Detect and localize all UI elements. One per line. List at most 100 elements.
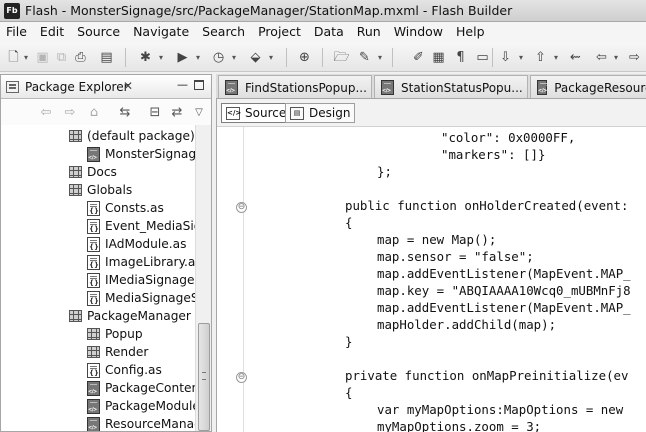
next-annotation-dropdown-icon[interactable]: ▾ bbox=[517, 49, 525, 66]
code-line: private function onMapPreinitialize(ev bbox=[345, 368, 629, 383]
menu-item-help[interactable]: Help bbox=[450, 22, 492, 42]
tree-item-label: PackageManager bbox=[87, 309, 191, 323]
tree-item[interactable]: Event_MediaSigr bbox=[87, 217, 195, 236]
tree-item[interactable]: PackageManager bbox=[69, 307, 191, 325]
menu-item-source[interactable]: Source bbox=[71, 22, 127, 42]
code-editor[interactable]: </> Source ▤ Design ⊖ ⊖ "color": 0x0000F… bbox=[216, 99, 646, 432]
forward-icon[interactable]: ⇨ bbox=[626, 49, 643, 66]
fold-collapse-icon[interactable]: ⊖ bbox=[236, 372, 247, 383]
mxml-file-icon bbox=[87, 146, 100, 165]
open-file-icon[interactable]: ▤ bbox=[98, 49, 115, 66]
tree-item[interactable]: ResourceManage bbox=[87, 415, 195, 431]
menu-item-edit[interactable]: Edit bbox=[34, 22, 71, 42]
mxml-file-icon bbox=[225, 80, 238, 98]
package-explorer-scrollbar[interactable] bbox=[195, 125, 211, 431]
tree-item[interactable]: Render bbox=[87, 343, 148, 361]
tree-item[interactable]: ImageLibrary.as bbox=[87, 253, 195, 272]
collapse-all-icon[interactable]: ⊟ bbox=[147, 104, 163, 120]
forward-arrow-icon[interactable]: ⇨ bbox=[62, 104, 78, 120]
tab-station-status-popup[interactable]: StationStatusPopu... bbox=[374, 75, 528, 98]
tree-item[interactable]: Consts.as bbox=[87, 199, 164, 218]
package-explorer-tab[interactable]: Package Explorer ✕ — bbox=[1, 75, 211, 99]
back-arrow-icon[interactable]: ⇦ bbox=[38, 104, 54, 120]
design-view-button[interactable]: ▤ Design bbox=[285, 103, 356, 123]
fold-collapse-icon[interactable]: ⊖ bbox=[236, 202, 247, 213]
tree-item[interactable]: Config.as bbox=[87, 361, 162, 380]
print-icon[interactable]: ⎙ bbox=[72, 49, 89, 66]
scrollbar-thumb[interactable] bbox=[198, 323, 210, 431]
actionscript-file-icon bbox=[87, 272, 100, 290]
design-layout-icon: ▤ bbox=[290, 106, 304, 120]
prev-annotation-dropdown-icon[interactable]: ▾ bbox=[552, 49, 560, 66]
mxml-file-icon bbox=[87, 380, 100, 399]
source-view-button[interactable]: </> Source bbox=[221, 103, 292, 123]
menu-item-navigate[interactable]: Navigate bbox=[127, 22, 196, 42]
close-icon[interactable]: ✕ bbox=[123, 79, 133, 93]
run-icon[interactable]: ▶ bbox=[174, 49, 191, 66]
prev-annotation-icon[interactable]: ⇧ bbox=[532, 49, 549, 66]
maximize-icon[interactable] bbox=[194, 80, 204, 90]
tab-label: StationStatusPopu... bbox=[401, 80, 523, 95]
tree-item[interactable]: IMediaSignageSe bbox=[87, 271, 195, 290]
tab-find-stations-popup[interactable]: FindStationsPopup... bbox=[218, 75, 372, 98]
menu-item-search[interactable]: Search bbox=[196, 22, 252, 42]
up-icon[interactable]: ⌂ bbox=[86, 104, 102, 120]
tree-item[interactable]: MediaSignageSe bbox=[87, 289, 195, 308]
menu-item-file[interactable]: File bbox=[0, 22, 34, 42]
package-icon bbox=[87, 346, 100, 358]
new-file-icon[interactable]: 🗋 bbox=[5, 49, 22, 66]
tree-item[interactable]: PackageModule. bbox=[87, 397, 195, 417]
run-dropdown-icon[interactable]: ▾ bbox=[194, 49, 202, 66]
profile-dropdown-icon[interactable]: ▾ bbox=[230, 49, 238, 66]
export-release-icon[interactable]: ⬙ bbox=[247, 49, 264, 66]
menu-item-data[interactable]: Data bbox=[308, 22, 351, 42]
back-dropdown-icon[interactable]: ▾ bbox=[612, 49, 620, 66]
package-explorer-toolbar: ⇦ ⇨ ⌂ ⇆ ⊟ ⇄ ▽ bbox=[1, 100, 211, 125]
design-view-label: Design bbox=[309, 106, 351, 120]
next-annotation-icon[interactable]: ⇩ bbox=[497, 49, 514, 66]
sync-icon[interactable]: ⇄ bbox=[169, 104, 185, 120]
toggle-mark-icon[interactable]: ▦ bbox=[430, 49, 447, 66]
new-dropdown-icon[interactable]: ▾ bbox=[22, 49, 30, 66]
debug-dropdown-icon[interactable]: ▾ bbox=[157, 49, 165, 66]
save-all-icon[interactable]: ⧉ bbox=[53, 49, 70, 66]
tree-item[interactable]: IAdModule.as bbox=[87, 235, 186, 254]
menu-item-window[interactable]: Window bbox=[388, 22, 450, 42]
toolbar-separator bbox=[322, 48, 323, 67]
mxml-file-icon bbox=[87, 398, 100, 417]
tree-item[interactable]: Docs bbox=[69, 163, 117, 181]
toolbar-separator bbox=[492, 48, 493, 67]
export-dropdown-icon[interactable]: ▾ bbox=[267, 49, 275, 66]
profile-icon[interactable]: ◷ bbox=[210, 49, 227, 66]
tree-item[interactable]: MonsterSignage bbox=[87, 145, 195, 165]
tree-item[interactable]: Globals bbox=[69, 181, 132, 199]
annotation-icon[interactable]: ✐ bbox=[410, 49, 427, 66]
gutter-divider bbox=[243, 127, 244, 432]
view-menu-icon[interactable]: ▽ bbox=[191, 104, 207, 120]
tree-item-label: Docs bbox=[87, 165, 117, 179]
tab-package-resource[interactable]: PackageResource bbox=[530, 75, 646, 98]
last-edit-icon[interactable]: ⇜ bbox=[567, 49, 584, 66]
tree-item[interactable]: Popup bbox=[87, 325, 143, 343]
mxml-file-icon bbox=[381, 80, 394, 98]
tree-item[interactable]: (default package) bbox=[69, 127, 195, 145]
tree-item[interactable]: PackageContent bbox=[87, 379, 195, 399]
package-tree: (default package) MonsterSignage Docs Globa… bbox=[1, 125, 195, 431]
external-tool-icon[interactable]: ⊕ bbox=[296, 49, 313, 66]
code-line: var myMapOptions:MapOptions = new bbox=[377, 402, 624, 417]
code-area[interactable]: ⊖ ⊖ "color": 0x0000FF, "markers": []}}; pu… bbox=[217, 127, 646, 432]
package-icon bbox=[69, 184, 82, 196]
menu-item-project[interactable]: Project bbox=[252, 22, 308, 42]
package-icon bbox=[87, 328, 100, 340]
back-icon[interactable]: ⇦ bbox=[593, 49, 610, 66]
save-icon[interactable]: ▣ bbox=[34, 49, 51, 66]
debug-icon[interactable]: ✱ bbox=[137, 49, 154, 66]
menu-item-run[interactable]: Run bbox=[351, 22, 388, 42]
link-editor-icon[interactable]: ⇆ bbox=[117, 104, 133, 120]
open-folder-icon[interactable]: 🗁 bbox=[333, 49, 350, 66]
search-dropdown-icon[interactable]: ▾ bbox=[376, 49, 384, 66]
minimize-icon[interactable]: — bbox=[177, 78, 188, 91]
search-pen-icon[interactable]: ✎ bbox=[356, 49, 373, 66]
show-whitespace-icon[interactable]: ¶ bbox=[452, 49, 469, 66]
block-selection-icon[interactable]: ▭ bbox=[474, 49, 491, 66]
